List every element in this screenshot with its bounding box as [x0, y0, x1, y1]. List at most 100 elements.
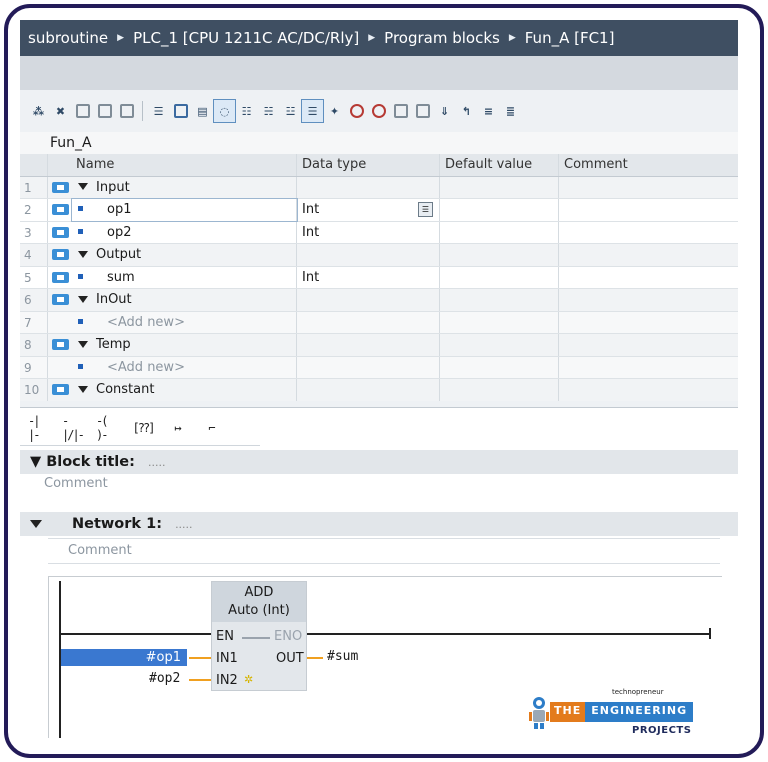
- network-comment[interactable]: Comment: [48, 538, 720, 564]
- insert-icon[interactable]: ☷: [236, 100, 257, 122]
- align-left-icon[interactable]: ☰: [148, 100, 169, 122]
- breadcrumb-item-program-blocks[interactable]: Program blocks: [384, 29, 500, 47]
- comment-cell[interactable]: [559, 357, 738, 379]
- default-value-cell[interactable]: [440, 244, 559, 266]
- empty-box-icon[interactable]: [??]: [130, 417, 156, 439]
- operand-out[interactable]: #sum: [327, 649, 358, 664]
- default-value-cell[interactable]: [440, 379, 559, 401]
- default-value-cell[interactable]: [440, 289, 559, 311]
- network-title-value[interactable]: .....: [175, 518, 192, 531]
- table-row[interactable]: 9 <Add new>: [20, 356, 738, 379]
- open-branch-icon[interactable]: ↦: [164, 417, 190, 439]
- close-branch-icon[interactable]: ⌐: [198, 417, 224, 439]
- caret-down-icon[interactable]: [78, 250, 88, 258]
- data-type-cell[interactable]: Int: [297, 221, 440, 243]
- data-type-cell[interactable]: [297, 379, 440, 401]
- remove-icon[interactable]: ☵: [258, 100, 279, 122]
- more-icon[interactable]: ≣: [500, 100, 521, 122]
- default-value-cell[interactable]: [440, 311, 559, 333]
- link-icon[interactable]: ⇓: [434, 100, 455, 122]
- default-value-cell[interactable]: [440, 199, 559, 221]
- type-picker-icon[interactable]: ☰: [418, 202, 433, 217]
- breadcrumb-item-project[interactable]: subroutine: [28, 29, 108, 47]
- default-value-cell[interactable]: [440, 176, 559, 198]
- data-type-cell[interactable]: [297, 334, 440, 356]
- status-icon[interactable]: [368, 100, 389, 122]
- network-icon[interactable]: [170, 100, 191, 122]
- breadcrumb-item-plc[interactable]: PLC_1 [CPU 1211C AC/DC/Rly]: [133, 29, 359, 47]
- comment-cell[interactable]: [559, 199, 738, 221]
- comment-cell[interactable]: [559, 244, 738, 266]
- caret-down-icon[interactable]: [78, 295, 88, 303]
- default-value-cell[interactable]: [440, 356, 559, 378]
- data-type-cell[interactable]: Int: [297, 266, 440, 288]
- operand-in2[interactable]: #op2: [149, 671, 180, 686]
- name-cell[interactable]: <Add new>: [72, 311, 297, 333]
- no-contact-icon[interactable]: -| |-: [28, 414, 54, 442]
- table-scrollbar[interactable]: [20, 401, 738, 408]
- coil-icon[interactable]: -( )-: [96, 414, 122, 442]
- favorite-icon[interactable]: ✦: [324, 100, 345, 122]
- table-row[interactable]: 7 <Add new>: [20, 311, 738, 334]
- table-row[interactable]: 5 sum Int: [20, 266, 738, 289]
- block-comment[interactable]: Comment: [44, 476, 108, 491]
- network-header[interactable]: Network 1: .....: [20, 512, 738, 536]
- insert-row-icon[interactable]: ⁂: [28, 100, 49, 122]
- caret-down-icon[interactable]: [78, 183, 88, 190]
- comment-cell[interactable]: [559, 177, 738, 199]
- name-cell[interactable]: Input: [72, 176, 297, 198]
- right-icon[interactable]: ≡: [478, 100, 499, 122]
- name-cell[interactable]: <Add new>: [72, 356, 297, 378]
- block-title[interactable]: ▼ Block title: .....: [20, 450, 738, 474]
- table-row[interactable]: 6 InOut: [20, 289, 738, 312]
- download-icon[interactable]: [412, 100, 433, 122]
- data-type-cell[interactable]: [297, 289, 440, 311]
- table-row[interactable]: 4 Output: [20, 244, 738, 267]
- breadcrumb-item-block[interactable]: Fun_A [FC1]: [525, 29, 615, 47]
- default-value-cell[interactable]: [440, 266, 559, 288]
- default-value-cell[interactable]: [440, 334, 559, 356]
- monitor-icon[interactable]: [116, 100, 137, 122]
- collapse-icon[interactable]: ▤: [192, 100, 213, 122]
- header-name[interactable]: Name: [72, 154, 297, 176]
- name-cell[interactable]: Constant: [72, 379, 297, 401]
- name-cell[interactable]: Temp: [72, 334, 297, 356]
- caret-down-icon[interactable]: [78, 385, 88, 393]
- add-instruction-box[interactable]: ADD Auto (Int) EN ENO IN1 OUT IN2 ✲: [211, 581, 307, 691]
- comment-cell[interactable]: [559, 379, 738, 401]
- name-cell[interactable]: Output: [72, 244, 297, 266]
- block-title-value[interactable]: .....: [148, 456, 165, 469]
- table-row[interactable]: 2 op1 Int ☰: [20, 198, 738, 222]
- comment-cell[interactable]: [559, 267, 738, 289]
- name-cell[interactable]: sum: [72, 266, 297, 288]
- name-cell[interactable]: op1: [71, 198, 298, 222]
- left-icon[interactable]: ↰: [456, 100, 477, 122]
- data-type-cell[interactable]: [297, 311, 440, 333]
- comment-cell[interactable]: [559, 312, 738, 334]
- nc-contact-icon[interactable]: -|/|-: [62, 414, 88, 442]
- delete-row-icon[interactable]: ✖: [50, 100, 71, 122]
- data-type-cell[interactable]: [297, 244, 440, 266]
- data-type-cell[interactable]: [297, 356, 440, 378]
- box-datatype[interactable]: Auto (Int): [212, 602, 306, 620]
- comment-cell[interactable]: [559, 289, 738, 311]
- comments-icon[interactable]: ◌: [213, 99, 236, 123]
- header-data-type[interactable]: Data type: [297, 154, 440, 176]
- header-default-value[interactable]: Default value: [440, 154, 559, 176]
- comment-cell[interactable]: [559, 222, 738, 244]
- caret-down-icon[interactable]: [78, 340, 88, 348]
- table-row[interactable]: 1 Input: [20, 176, 738, 199]
- comment-cell[interactable]: [559, 334, 738, 356]
- caret-down-icon[interactable]: [30, 520, 42, 528]
- compare-icon[interactable]: [390, 100, 411, 122]
- name-cell[interactable]: op2: [72, 221, 297, 243]
- operand-in1[interactable]: #op1: [61, 649, 187, 666]
- table-row[interactable]: 8 Temp: [20, 334, 738, 357]
- table-row[interactable]: 10 Constant: [20, 379, 738, 402]
- default-value-cell[interactable]: [440, 221, 559, 243]
- table-row[interactable]: 3 op2 Int: [20, 221, 738, 244]
- data-type-cell[interactable]: Int ☰: [297, 199, 440, 221]
- name-cell[interactable]: InOut: [72, 289, 297, 311]
- header-comment[interactable]: Comment: [559, 154, 738, 176]
- box-icon[interactable]: ☰: [301, 99, 324, 123]
